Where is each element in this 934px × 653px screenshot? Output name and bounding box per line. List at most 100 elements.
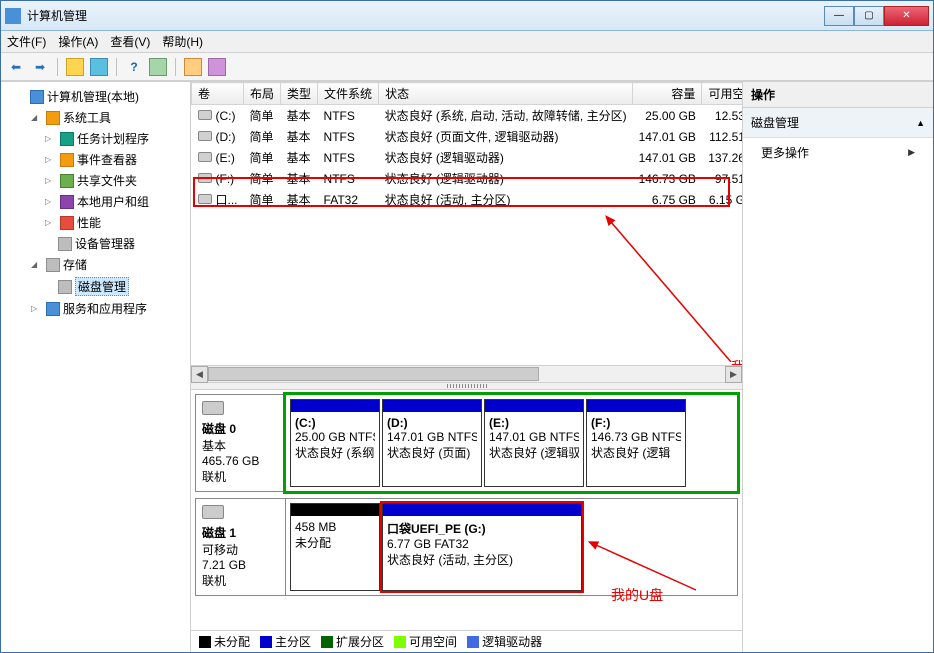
volume-table-wrap[interactable]: 卷 布局 类型 文件系统 状态 容量 可用空 (C:)简单基本NTFS状态良好 …	[191, 82, 742, 365]
window-title: 计算机管理	[27, 7, 824, 24]
tree-local-users[interactable]: 本地用户和组	[45, 191, 188, 212]
partition[interactable]: (E:)147.01 GB NTFS状态良好 (逻辑驭	[484, 399, 584, 487]
splitter[interactable]	[191, 382, 742, 390]
close-button[interactable]: ✕	[884, 6, 929, 26]
computer-icon	[30, 90, 44, 104]
forward-button[interactable]	[31, 58, 49, 76]
partition[interactable]: (C:)25.00 GB NTFS状态良好 (系纲	[290, 399, 380, 487]
folder-icon	[60, 174, 74, 188]
toolbar-icon-4[interactable]	[184, 58, 202, 76]
annotation-arrow-1	[601, 212, 741, 362]
separator	[57, 58, 58, 76]
annotation-label-1: 我的U盘	[731, 357, 742, 365]
col-capacity[interactable]: 容量	[633, 83, 702, 105]
tree-shared-folders[interactable]: 共享文件夹	[45, 170, 188, 191]
disk-row[interactable]: 磁盘 0基本465.76 GB联机(C:)25.00 GB NTFS状态良好 (…	[195, 394, 738, 492]
legend-swatch-free	[394, 636, 406, 648]
horizontal-scrollbar[interactable]: ◀ ▶	[191, 365, 742, 382]
tree-pane[interactable]: 计算机管理(本地) 系统工具 任务计划程序 事件查看器 共享文件夹 本地用户和组…	[1, 82, 191, 652]
table-row[interactable]: (D:)简单基本NTFS状态良好 (页面文件, 逻辑驱动器)147.01 GB1…	[192, 126, 743, 147]
app-icon	[5, 8, 21, 24]
toolbar-icon-5[interactable]	[208, 58, 226, 76]
services-icon	[46, 302, 60, 316]
disk-partitions: (C:)25.00 GB NTFS状态良好 (系纲(D:)147.01 GB N…	[286, 395, 737, 491]
back-button[interactable]	[7, 58, 25, 76]
separator	[175, 58, 176, 76]
scheduler-icon	[60, 132, 74, 146]
toolbar-icon-2[interactable]	[90, 58, 108, 76]
col-layout[interactable]: 布局	[244, 83, 281, 105]
minimize-button[interactable]: —	[824, 6, 854, 26]
legend: 未分配 主分区 扩展分区 可用空间 逻辑驱动器	[191, 630, 742, 652]
window-frame: 计算机管理 — ▢ ✕ 文件(F) 操作(A) 查看(V) 帮助(H) 计算机管…	[0, 0, 934, 653]
legend-label-primary: 主分区	[275, 633, 311, 650]
center-pane: 卷 布局 类型 文件系统 状态 容量 可用空 (C:)简单基本NTFS状态良好 …	[191, 82, 743, 652]
legend-swatch-primary	[260, 636, 272, 648]
menu-view[interactable]: 查看(V)	[110, 33, 150, 50]
legend-swatch-extended	[321, 636, 333, 648]
legend-swatch-logical	[467, 636, 479, 648]
event-icon	[60, 153, 74, 167]
scroll-right-button[interactable]: ▶	[725, 366, 742, 383]
storage-icon	[46, 258, 60, 272]
users-icon	[60, 195, 74, 209]
col-fs[interactable]: 文件系统	[318, 83, 379, 105]
actions-pane: 操作 磁盘管理▲ 更多操作	[743, 82, 933, 652]
scroll-thumb[interactable]	[208, 367, 539, 381]
menubar: 文件(F) 操作(A) 查看(V) 帮助(H)	[1, 31, 933, 53]
tree-disk-management[interactable]: 磁盘管理	[45, 275, 188, 298]
tree-system-tools[interactable]: 系统工具	[31, 107, 188, 128]
drive-icon	[198, 152, 212, 162]
drive-icon	[198, 110, 212, 120]
table-row[interactable]: (C:)简单基本NTFS状态良好 (系统, 启动, 活动, 故障转储, 主分区)…	[192, 105, 743, 127]
menu-file[interactable]: 文件(F)	[7, 33, 46, 50]
tree-device-manager[interactable]: 设备管理器	[45, 233, 188, 254]
tree-performance[interactable]: 性能	[45, 212, 188, 233]
legend-label-logical: 逻辑驱动器	[482, 633, 542, 650]
titlebar[interactable]: 计算机管理 — ▢ ✕	[1, 1, 933, 31]
toolbar	[1, 53, 933, 81]
separator	[116, 58, 117, 76]
tree-task-scheduler[interactable]: 任务计划程序	[45, 128, 188, 149]
tools-icon	[46, 111, 60, 125]
legend-label-extended: 扩展分区	[336, 633, 384, 650]
tree-services-apps[interactable]: 服务和应用程序	[31, 298, 188, 319]
perf-icon	[60, 216, 74, 230]
disk-info: 磁盘 0基本465.76 GB联机	[196, 395, 286, 491]
actions-section[interactable]: 磁盘管理▲	[743, 108, 933, 138]
tree-storage[interactable]: 存储	[31, 254, 188, 275]
disk-icon	[202, 505, 224, 519]
device-icon	[58, 237, 72, 251]
disk-icon	[202, 401, 224, 415]
partition[interactable]: (F:)146.73 GB NTFS状态良好 (逻辑	[586, 399, 686, 487]
partition[interactable]: 口袋UEFI_PE (G:)6.77 GB FAT32状态良好 (活动, 主分区…	[382, 503, 582, 591]
legend-label-free: 可用空间	[409, 633, 457, 650]
highlight-box	[193, 177, 730, 207]
drive-icon	[198, 131, 212, 141]
actions-more[interactable]: 更多操作	[743, 138, 933, 167]
table-row[interactable]: (E:)简单基本NTFS状态良好 (逻辑驱动器)147.01 GB137.26	[192, 147, 743, 168]
toolbar-icon-1[interactable]	[66, 58, 84, 76]
col-status[interactable]: 状态	[379, 83, 633, 105]
col-type[interactable]: 类型	[281, 83, 318, 105]
tree-event-viewer[interactable]: 事件查看器	[45, 149, 188, 170]
disk-row[interactable]: 磁盘 1可移动7.21 GB联机458 MB未分配口袋UEFI_PE (G:)6…	[195, 498, 738, 596]
partition[interactable]: (D:)147.01 GB NTFS状态良好 (页面)	[382, 399, 482, 487]
toolbar-icon-3[interactable]	[149, 58, 167, 76]
help-icon[interactable]	[125, 58, 143, 76]
legend-label-unallocated: 未分配	[214, 633, 250, 650]
disk-graphic-panel[interactable]: 磁盘 0基本465.76 GB联机(C:)25.00 GB NTFS状态良好 (…	[191, 390, 742, 630]
col-free[interactable]: 可用空	[702, 83, 742, 105]
tree-root[interactable]: 计算机管理(本地)	[17, 86, 188, 107]
scroll-left-button[interactable]: ◀	[191, 366, 208, 383]
disk-info: 磁盘 1可移动7.21 GB联机	[196, 499, 286, 595]
maximize-button[interactable]: ▢	[854, 6, 884, 26]
menu-help[interactable]: 帮助(H)	[162, 33, 203, 50]
actions-header: 操作	[743, 82, 933, 108]
disk-icon	[58, 280, 72, 294]
menu-action[interactable]: 操作(A)	[58, 33, 98, 50]
col-volume[interactable]: 卷	[192, 83, 244, 105]
body: 计算机管理(本地) 系统工具 任务计划程序 事件查看器 共享文件夹 本地用户和组…	[1, 81, 933, 652]
legend-swatch-unallocated	[199, 636, 211, 648]
partition[interactable]: 458 MB未分配	[290, 503, 380, 591]
